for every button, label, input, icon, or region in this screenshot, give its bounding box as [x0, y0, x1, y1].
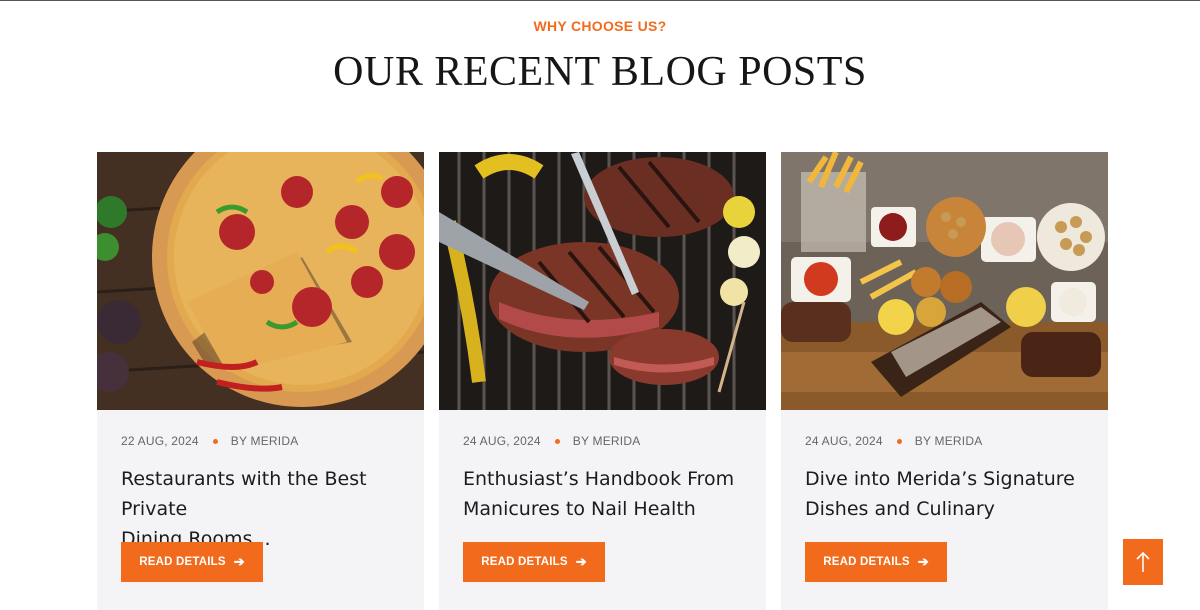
grilled-steak-photo[interactable]	[439, 152, 766, 410]
post-title[interactable]: Restaurants with the Best Private Dining…	[121, 464, 406, 554]
read-details-button[interactable]: READ DETAILS ➔	[805, 542, 947, 582]
grilled-steak-image	[439, 152, 766, 410]
post-title-line: Restaurants with the Best Private	[121, 468, 367, 520]
post-meta: 24 AUG, 2024 BY MERIDA	[805, 434, 982, 448]
post-title-line: Dive into Merida’s Signature	[805, 468, 1075, 490]
arrow-right-icon: ➔	[575, 554, 587, 569]
separator-dot-icon	[896, 438, 902, 444]
post-author[interactable]: BY MERIDA	[231, 434, 299, 448]
post-date: 22 AUG, 2024	[121, 434, 199, 448]
post-author[interactable]: BY MERIDA	[915, 434, 983, 448]
separator-dot-icon	[212, 438, 218, 444]
blog-card[interactable]: 24 AUG, 2024 BY MERIDA Dive into Merida’…	[781, 152, 1108, 610]
post-title[interactable]: Dive into Merida’s Signature Dishes and …	[805, 464, 1090, 524]
read-details-label: READ DETAILS	[139, 556, 226, 568]
post-author[interactable]: BY MERIDA	[573, 434, 641, 448]
post-date: 24 AUG, 2024	[463, 434, 541, 448]
arrow-right-icon: ➔	[233, 554, 245, 569]
blog-card[interactable]: 22 AUG, 2024 BY MERIDA Restaurants with …	[97, 152, 424, 610]
scroll-to-top-button[interactable]	[1123, 539, 1163, 585]
post-title-line: Dishes and Culinary	[805, 498, 995, 520]
arrow-right-icon: ➔	[917, 554, 929, 569]
post-title-line: Manicures to Nail Health	[463, 498, 696, 520]
read-details-button[interactable]: READ DETAILS ➔	[121, 542, 263, 582]
pizza-photo[interactable]	[97, 152, 424, 410]
post-meta: 24 AUG, 2024 BY MERIDA	[463, 434, 640, 448]
post-meta: 22 AUG, 2024 BY MERIDA	[121, 434, 298, 448]
section-eyebrow: WHY CHOOSE US?	[533, 18, 667, 34]
arrow-up-icon	[1136, 551, 1150, 572]
top-divider	[0, 0, 1200, 1]
read-details-label: READ DETAILS	[481, 556, 568, 568]
blog-card[interactable]: 24 AUG, 2024 BY MERIDA Enthusiast’s Hand…	[439, 152, 766, 610]
section-heading: OUR RECENT BLOG POSTS	[333, 49, 867, 95]
pizza-image	[97, 152, 424, 410]
post-title[interactable]: Enthusiast’s Handbook From Manicures to …	[463, 464, 748, 524]
read-details-label: READ DETAILS	[823, 556, 910, 568]
appetizer-platter-photo[interactable]	[781, 152, 1108, 410]
appetizer-platter-image	[781, 152, 1108, 410]
post-title-line: Enthusiast’s Handbook From	[463, 468, 735, 490]
post-date: 24 AUG, 2024	[805, 434, 883, 448]
separator-dot-icon	[554, 438, 560, 444]
read-details-button[interactable]: READ DETAILS ➔	[463, 542, 605, 582]
